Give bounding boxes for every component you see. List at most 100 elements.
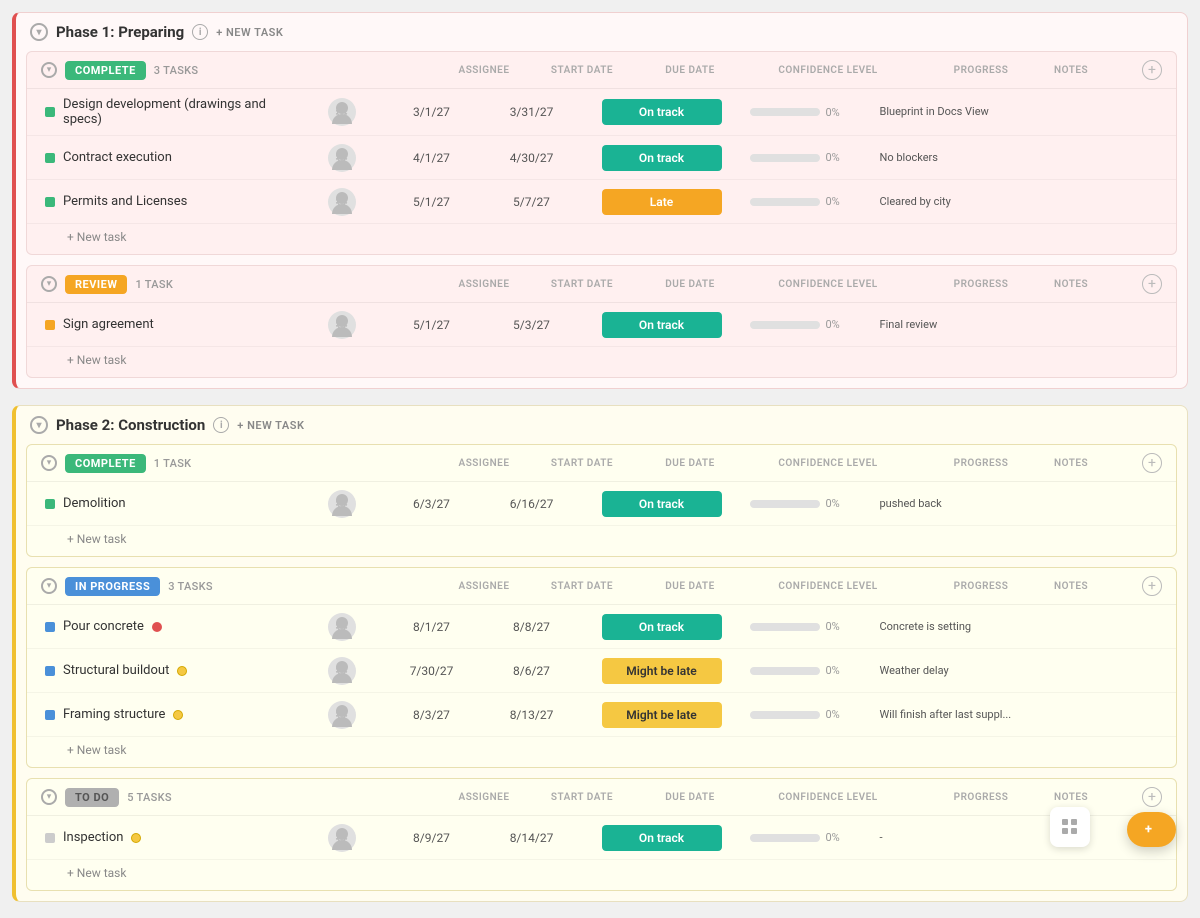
col-due-date: DUE DATE [640, 792, 740, 803]
assignee-cell[interactable]: ⚙ [302, 94, 382, 130]
task-name-cell[interactable]: Design development (drawings and specs) [41, 89, 302, 135]
task-name[interactable]: Inspection [63, 830, 123, 845]
assignee-cell[interactable]: ⚙ [302, 486, 382, 522]
phase-new-task-link[interactable]: + NEW TASK [216, 26, 283, 39]
section-header: ▾ TO DO 5 TASKS ASSIGNEE START DATE DUE … [27, 779, 1176, 816]
task-name[interactable]: Framing structure [63, 707, 165, 722]
section-chevron[interactable]: ▾ [41, 455, 57, 471]
phase-new-task-link[interactable]: + NEW TASK [237, 419, 304, 432]
add-cell [1132, 711, 1162, 719]
new-task-row[interactable]: + New task [27, 347, 1176, 377]
add-cell [1132, 623, 1162, 631]
progress-pct: 0% [826, 708, 840, 721]
task-name[interactable]: Permits and Licenses [63, 194, 187, 209]
start-date-cell: 5/1/27 [382, 314, 482, 336]
assignee-cell[interactable]: ⚙ [302, 820, 382, 856]
task-status-dot [45, 833, 55, 843]
task-name-cell[interactable]: Contract execution [41, 142, 302, 173]
start-date-cell: 8/9/27 [382, 827, 482, 849]
phase-chevron[interactable]: ▾ [30, 416, 48, 434]
task-name-cell[interactable]: Sign agreement [41, 309, 302, 340]
section-chevron[interactable]: ▾ [41, 789, 57, 805]
task-name[interactable]: Sign agreement [63, 317, 154, 332]
section-add-btn[interactable]: + [1142, 453, 1162, 473]
confidence-cell: Late [582, 185, 742, 219]
confidence-cell: On track [582, 308, 742, 342]
section-chevron[interactable]: ▾ [41, 276, 57, 292]
assignee-avatar[interactable]: ⚙ [328, 701, 356, 729]
start-date-cell: 7/30/27 [382, 660, 482, 682]
section-task-count: 1 TASK [135, 278, 173, 291]
phase-info-icon[interactable]: i [192, 24, 208, 40]
new-task-row[interactable]: + New task [27, 526, 1176, 556]
section-header: ▾ REVIEW 1 TASK ASSIGNEE START DATE DUE … [27, 266, 1176, 303]
assignee-avatar[interactable]: ⚙ [328, 613, 356, 641]
assignee-avatar[interactable]: ⚙ [328, 490, 356, 518]
col-progress: PROGRESS [916, 65, 1046, 76]
assignee-cell[interactable]: ⚙ [302, 184, 382, 220]
task-name-cell[interactable]: Framing structure [41, 699, 302, 730]
assignee-avatar[interactable]: ⚙ [328, 144, 356, 172]
progress-pct: 0% [826, 195, 840, 208]
section-add-btn[interactable]: + [1142, 274, 1162, 294]
phase-chevron[interactable]: ▾ [30, 23, 48, 41]
task-name-cell[interactable]: Pour concrete [41, 611, 302, 642]
col-confidence: CONFIDENCE LEVEL [748, 65, 908, 76]
assignee-avatar[interactable]: ⚙ [328, 657, 356, 685]
section-add-btn[interactable]: + [1142, 60, 1162, 80]
col-progress: PROGRESS [916, 458, 1046, 469]
task-name-cell[interactable]: Inspection [41, 822, 302, 853]
task-status-dot [45, 710, 55, 720]
section-chevron[interactable]: ▾ [41, 578, 57, 594]
task-name[interactable]: Structural buildout [63, 663, 169, 678]
confidence-badge: Might be late [602, 658, 722, 684]
progress-bar-bg [750, 834, 820, 842]
task-name[interactable]: Pour concrete [63, 619, 144, 634]
task-name[interactable]: Design development (drawings and specs) [63, 97, 298, 127]
task-name-cell[interactable]: Structural buildout [41, 655, 302, 686]
grid-view-icon[interactable] [1050, 807, 1090, 847]
progress-bar-bg [750, 198, 820, 206]
phase-title: Phase 1: Preparing [56, 23, 184, 41]
progress-pct: 0% [826, 151, 840, 164]
section-badge: TO DO [65, 788, 119, 807]
task-status-dot [45, 320, 55, 330]
section-add-btn[interactable]: + [1142, 576, 1162, 596]
confidence-badge: On track [602, 312, 722, 338]
progress-cell: 0% [742, 827, 872, 848]
progress-bar-bg [750, 623, 820, 631]
confidence-cell: On track [582, 610, 742, 644]
gear-icon: ⚙ [334, 315, 348, 334]
new-task-row[interactable]: + New task [27, 860, 1176, 890]
fab-task-button[interactable]: + [1127, 812, 1176, 847]
assignee-cell[interactable]: ⚙ [302, 307, 382, 343]
task-row: Demolition ⚙ 6/3/27 6/16/27 On track [27, 482, 1176, 526]
section-wrapper: ▾ TO DO 5 TASKS ASSIGNEE START DATE DUE … [26, 778, 1177, 891]
task-row: Sign agreement ⚙ 5/1/27 5/3/27 On track [27, 303, 1176, 347]
section-add-btn[interactable]: + [1142, 787, 1162, 807]
task-name[interactable]: Demolition [63, 496, 126, 511]
task-name-cell[interactable]: Demolition [41, 488, 302, 519]
assignee-cell[interactable]: ⚙ [302, 653, 382, 689]
assignee-cell[interactable]: ⚙ [302, 609, 382, 645]
start-date-cell: 8/1/27 [382, 616, 482, 638]
assignee-avatar[interactable]: ⚙ [328, 311, 356, 339]
confidence-cell: Might be late [582, 698, 742, 732]
assignee-cell[interactable]: ⚙ [302, 140, 382, 176]
assignee-avatar[interactable]: ⚙ [328, 824, 356, 852]
task-name-cell[interactable]: Permits and Licenses [41, 186, 302, 217]
new-task-row[interactable]: + New task [27, 737, 1176, 767]
assignee-cell[interactable]: ⚙ [302, 697, 382, 733]
col-due-date: DUE DATE [640, 279, 740, 290]
notes-cell: No blockers [872, 146, 1133, 169]
assignee-avatar[interactable]: ⚙ [328, 98, 356, 126]
section-chevron[interactable]: ▾ [41, 62, 57, 78]
gear-icon: ⚙ [334, 705, 348, 724]
add-cell [1132, 198, 1162, 206]
phase-info-icon[interactable]: i [213, 417, 229, 433]
new-task-row[interactable]: + New task [27, 224, 1176, 254]
assignee-avatar[interactable]: ⚙ [328, 188, 356, 216]
confidence-badge: On track [602, 614, 722, 640]
gear-icon: ⚙ [334, 661, 348, 680]
task-name[interactable]: Contract execution [63, 150, 172, 165]
